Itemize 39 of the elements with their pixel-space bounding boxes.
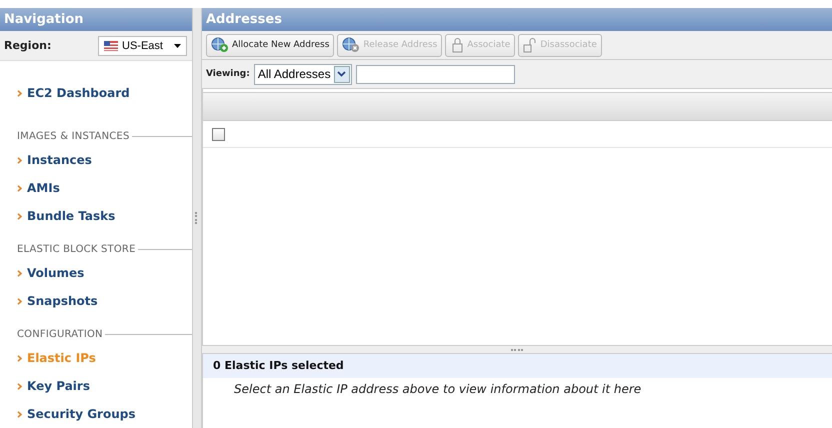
lock-icon (450, 37, 464, 53)
chevron-right-icon (17, 90, 22, 96)
region-dropdown[interactable]: US-East (98, 36, 187, 56)
nav-link[interactable]: AMIs (27, 181, 60, 195)
region-label: Region: (4, 39, 52, 52)
chevron-right-icon (17, 354, 22, 362)
globe-x-icon (342, 37, 360, 53)
nav-link[interactable]: Security Groups (27, 407, 136, 421)
splitter-grip[interactable] (195, 212, 199, 224)
nav-link[interactable]: Bundle Tasks (27, 209, 116, 223)
chevron-right-icon (17, 156, 22, 164)
panel-header: Addresses (202, 8, 832, 31)
viewing-label: Viewing: (206, 69, 250, 79)
chevron-right-icon (17, 270, 22, 276)
section-heading: CONFIGURATION (17, 328, 103, 340)
viewing-dropdown[interactable]: All Addresses (254, 64, 352, 84)
nav-link[interactable]: Volumes (27, 266, 84, 280)
chevron-right-icon (17, 382, 22, 390)
section-heading: IMAGES & INSTANCES (17, 130, 130, 142)
unlock-icon (523, 37, 538, 53)
allocate-button[interactable]: Allocate New Address (206, 34, 334, 56)
chevron-right-icon (17, 410, 22, 418)
chevron-right-icon (17, 212, 22, 220)
globe-plus-icon (211, 37, 229, 53)
chevron-right-icon (17, 298, 22, 304)
nav-link[interactable]: EC2 Dashboard (27, 86, 130, 100)
flag-icon (104, 40, 118, 50)
panel-header: Navigation (0, 8, 192, 31)
section-heading: ELASTIC BLOCK STORE (17, 244, 136, 254)
details-message: Select an Elastic IP address above to view information about it here (233, 381, 642, 396)
nav-link[interactable]: Snapshots (27, 294, 98, 308)
chevron-right-icon (17, 184, 22, 192)
nav-link[interactable]: Key Pairs (27, 379, 90, 393)
details-title: 0 Elastic IPs selected (203, 354, 832, 378)
caret-icon (174, 44, 181, 48)
filter-field[interactable] (356, 64, 515, 84)
nav-link[interactable]: Instances (27, 153, 92, 167)
select-all-checkbox[interactable] (212, 128, 225, 140)
chevron-down-icon (337, 71, 346, 77)
